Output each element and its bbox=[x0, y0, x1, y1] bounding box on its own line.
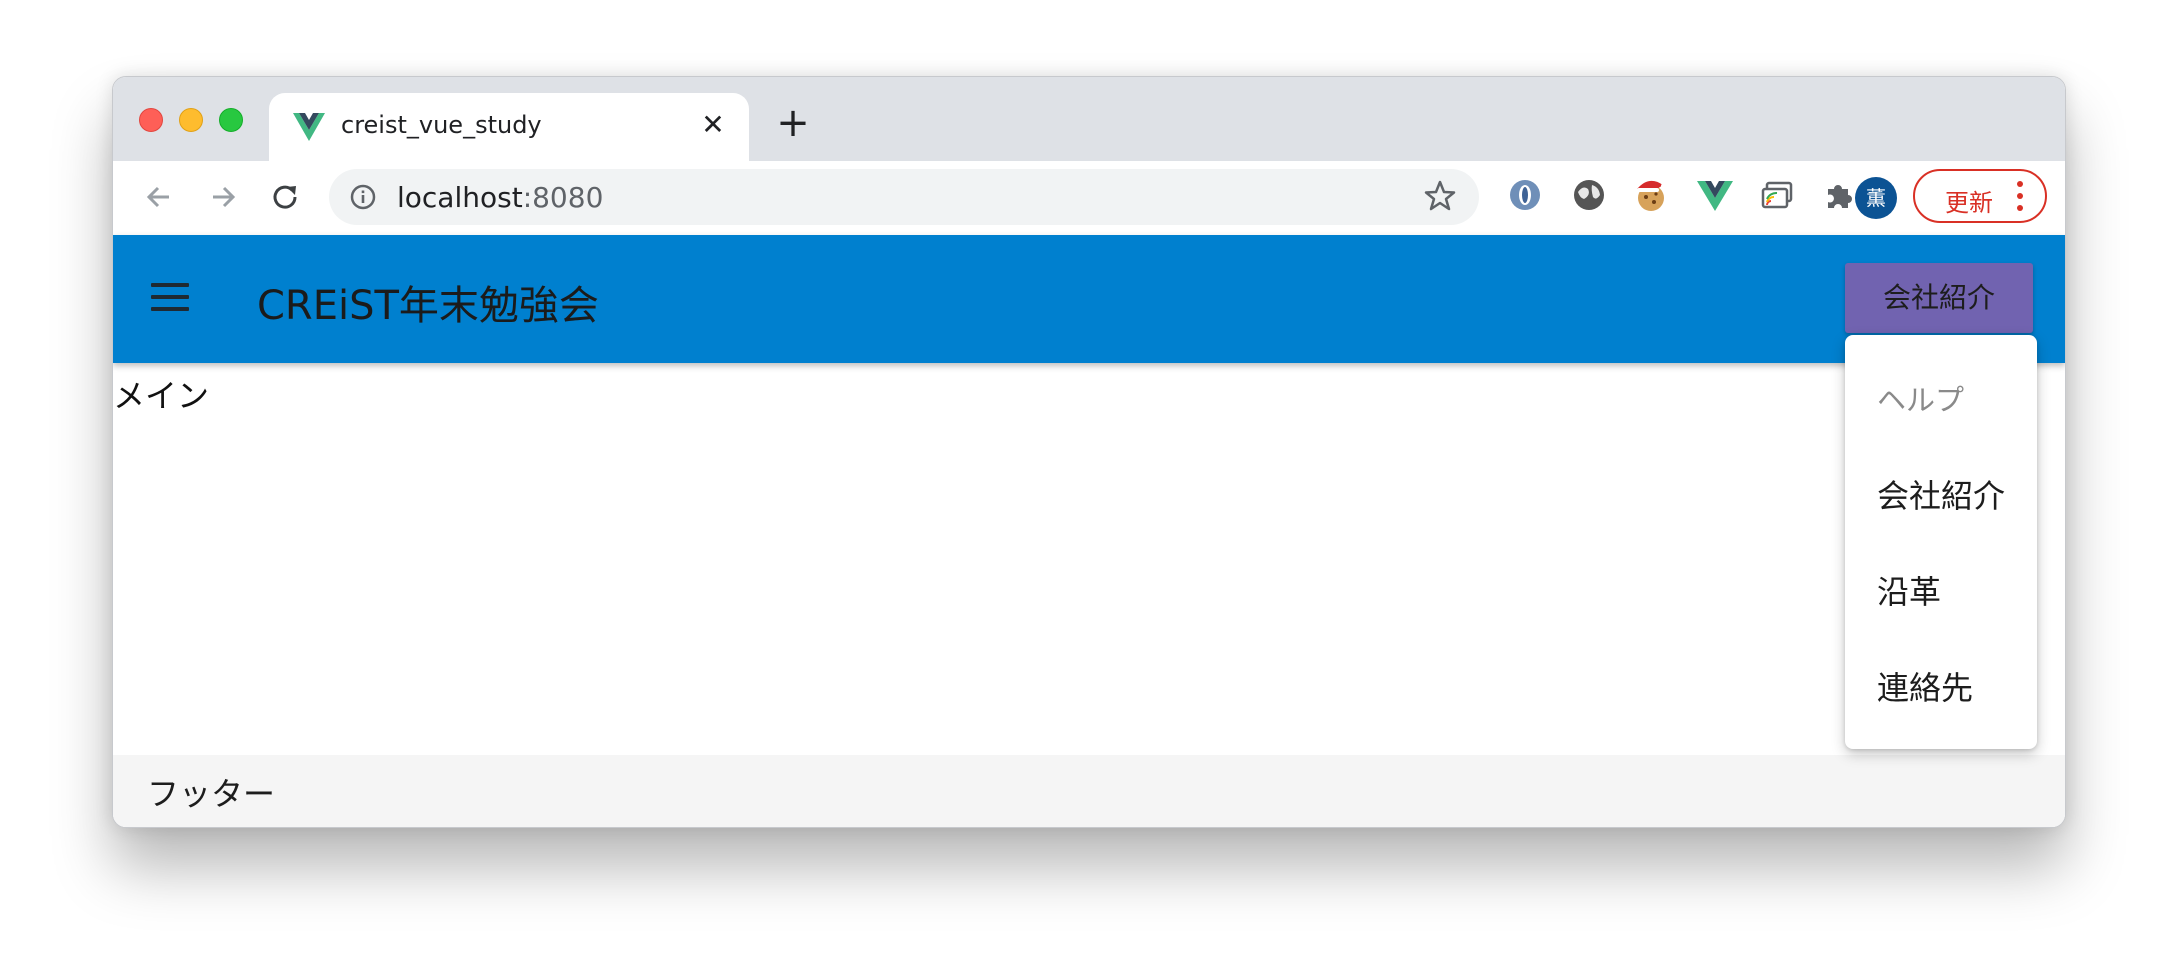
menu-item-history[interactable]: 沿革 bbox=[1877, 567, 1941, 613]
forward-button[interactable] bbox=[203, 177, 243, 217]
main-content: メイン bbox=[113, 377, 210, 415]
address-bar[interactable]: localhost:8080 bbox=[329, 169, 1479, 225]
dropdown-menu: ヘルプ 会社紹介 沿革 連絡先 bbox=[1845, 335, 2037, 749]
more-vert-icon bbox=[2017, 181, 2023, 217]
vue-devtools-icon[interactable] bbox=[1695, 175, 1735, 215]
tab-creist-vue-study[interactable]: creist_vue_study ✕ bbox=[269, 93, 749, 161]
reload-icon bbox=[273, 185, 297, 209]
close-window-button[interactable] bbox=[139, 108, 163, 132]
app-title: CREiST年末勉強会 bbox=[257, 283, 599, 329]
cookie-icon[interactable] bbox=[1631, 175, 1671, 215]
profile-avatar[interactable]: 薫 bbox=[1855, 177, 1897, 219]
maximize-window-button[interactable] bbox=[219, 108, 243, 132]
arrow-left-icon bbox=[146, 186, 169, 208]
hamburger-menu-icon[interactable] bbox=[151, 283, 189, 313]
arrow-right-icon bbox=[213, 186, 236, 208]
menu-item-contact[interactable]: 連絡先 bbox=[1877, 663, 1973, 709]
vue-favicon-icon bbox=[293, 113, 325, 141]
back-button[interactable] bbox=[139, 177, 179, 217]
app-bar: CREiST年末勉強会 会社紹介 bbox=[113, 235, 2065, 363]
url-host: localhost bbox=[397, 181, 523, 214]
reload-button[interactable] bbox=[265, 177, 305, 217]
footer: フッター bbox=[113, 755, 2065, 827]
opera-icon[interactable] bbox=[1505, 175, 1545, 215]
browser-toolbar: localhost:8080 薫 更新 bbox=[113, 161, 2065, 236]
footer-text: フッター bbox=[147, 775, 276, 813]
menu-item-company-intro[interactable]: 会社紹介 bbox=[1877, 471, 2005, 517]
puzzle-icon[interactable] bbox=[1819, 175, 1859, 215]
page-viewport: CREiST年末勉強会 会社紹介 メイン フッター bbox=[113, 235, 2065, 827]
cast-icon[interactable] bbox=[1757, 175, 1797, 215]
update-button[interactable]: 更新 bbox=[1913, 169, 2047, 223]
update-label: 更新 bbox=[1945, 189, 1993, 217]
tab-title: creist_vue_study bbox=[341, 111, 542, 139]
menu-item-help: ヘルプ bbox=[1877, 383, 1965, 417]
info-icon[interactable] bbox=[349, 183, 377, 211]
url-port: :8080 bbox=[522, 181, 604, 214]
bookmark-star-icon[interactable] bbox=[1423, 179, 1457, 213]
new-tab-button[interactable]: + bbox=[773, 103, 813, 145]
company-intro-menu-button[interactable]: 会社紹介 bbox=[1845, 263, 2033, 333]
browser-window: creist_vue_study ✕ + localhost:8080 薫 更新 bbox=[112, 76, 2066, 828]
minimize-window-button[interactable] bbox=[179, 108, 203, 132]
globe-icon[interactable] bbox=[1569, 175, 1609, 215]
url-text: localhost:8080 bbox=[397, 181, 603, 214]
tab-close-icon[interactable]: ✕ bbox=[695, 107, 731, 143]
tab-strip: creist_vue_study ✕ + bbox=[113, 77, 2065, 161]
